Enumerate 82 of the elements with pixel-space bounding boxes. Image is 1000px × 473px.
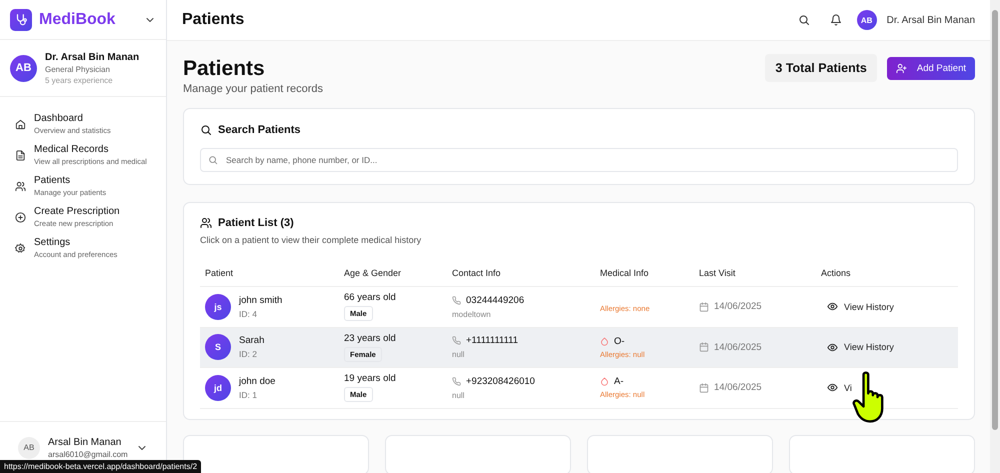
brand-name: MediBook [39, 10, 116, 28]
add-patient-button[interactable]: Add Patient [886, 56, 975, 80]
scrollbar[interactable] [990, 0, 1000, 473]
phone-number: 03244449206 [466, 294, 524, 306]
phone-number: +1111111111 [466, 335, 518, 346]
home-icon [15, 118, 26, 130]
column-header: Actions [821, 268, 852, 278]
calendar-icon [699, 302, 709, 312]
patient-name: Sarah [239, 335, 264, 346]
account-name: Arsal Bin Manan [48, 436, 122, 448]
calendar-icon [699, 382, 709, 393]
status-url: https://medibook-beta.vercel.app/dashboard/patients/2 [0, 460, 202, 473]
drop-icon [600, 336, 609, 346]
doctor-specialty: General Physician [45, 64, 111, 74]
stethoscope-icon [14, 12, 28, 26]
eye-icon [827, 301, 838, 312]
page-title: Patients [183, 57, 266, 81]
doctor-name: Dr. Arsal Bin Manan [45, 52, 140, 62]
patient-id: ID: 2 [239, 349, 257, 360]
avatar: js [205, 294, 231, 320]
patient-age: 23 years old [344, 332, 396, 344]
page-heading: Patients [182, 11, 244, 29]
patient-id: ID: 4 [239, 308, 257, 319]
patient-age: 66 years old [344, 292, 396, 304]
patient-age: 19 years old [344, 373, 396, 384]
settings-icon [15, 242, 26, 254]
document-icon [15, 150, 26, 160]
drop-icon [600, 377, 609, 386]
search-field[interactable]: Search by name, phone number, or ID... [200, 148, 958, 172]
nav-label: Dashboard [34, 113, 84, 124]
avatar: jd [205, 374, 231, 401]
blood-group: O- [614, 336, 625, 347]
phone-icon [452, 376, 461, 386]
column-header: Medical Info [600, 268, 650, 278]
account-email: arsal6010@gmail.com [48, 450, 128, 458]
phone-number: +923208426010 [466, 376, 535, 387]
users-icon [200, 217, 212, 229]
column-header: Contact Info [452, 268, 502, 278]
doctor-experience: 5 years experience [45, 76, 114, 84]
scrollbar-thumb[interactable] [992, 10, 998, 430]
phone-icon [452, 336, 461, 346]
patient-name: john doe [239, 376, 276, 387]
user-name[interactable]: Dr. Arsal Bin Manan [886, 14, 975, 26]
avatar[interactable]: AB [856, 10, 877, 30]
column-header: Age & Gender [344, 268, 402, 278]
calendar-icon [699, 342, 709, 352]
patient-name: john smith [239, 294, 282, 306]
user-plus-icon [896, 62, 907, 74]
eye-icon [827, 382, 838, 394]
page-subtitle: Manage your patient records [183, 83, 324, 95]
nav-label: Create Prescription [34, 206, 120, 217]
last-visit-date: 14/06/2025 [714, 342, 762, 353]
view-history-button[interactable]: View History [821, 298, 900, 316]
nav-label: Settings [34, 237, 72, 248]
card-title: Search Patients [218, 124, 301, 136]
card-description: Click on a patient to view their complete medical history [200, 235, 422, 245]
nav-label: Patients [34, 175, 72, 186]
plus-circle-icon [15, 212, 26, 222]
view-history-button[interactable]: Vi [821, 379, 858, 396]
users-icon [15, 180, 26, 192]
eye-icon [827, 342, 838, 353]
search-icon [200, 124, 212, 136]
address: null [452, 390, 464, 400]
column-header: Patient [205, 268, 234, 278]
last-visit-date: 14/06/2025 [714, 301, 762, 312]
nav-label: Medical Records [34, 144, 110, 155]
avatar: S [205, 334, 231, 360]
patient-id: ID: 1 [239, 390, 257, 400]
address: null [452, 350, 464, 360]
search-icon [798, 14, 810, 26]
phone-icon [452, 296, 461, 305]
bell-icon [830, 14, 842, 26]
avatar: AB [10, 54, 37, 82]
blood-group: A- [614, 376, 624, 388]
avatar: AB [18, 436, 40, 458]
address: modeltown [452, 310, 491, 319]
last-visit-date: 14/06/2025 [714, 382, 762, 394]
total-patients-badge: 3 Total Patients [765, 54, 877, 82]
search-icon [208, 155, 218, 165]
card-title: Patient List (3) [218, 217, 294, 229]
view-history-button[interactable]: View History [821, 338, 900, 356]
column-header: Last Visit [699, 268, 736, 278]
